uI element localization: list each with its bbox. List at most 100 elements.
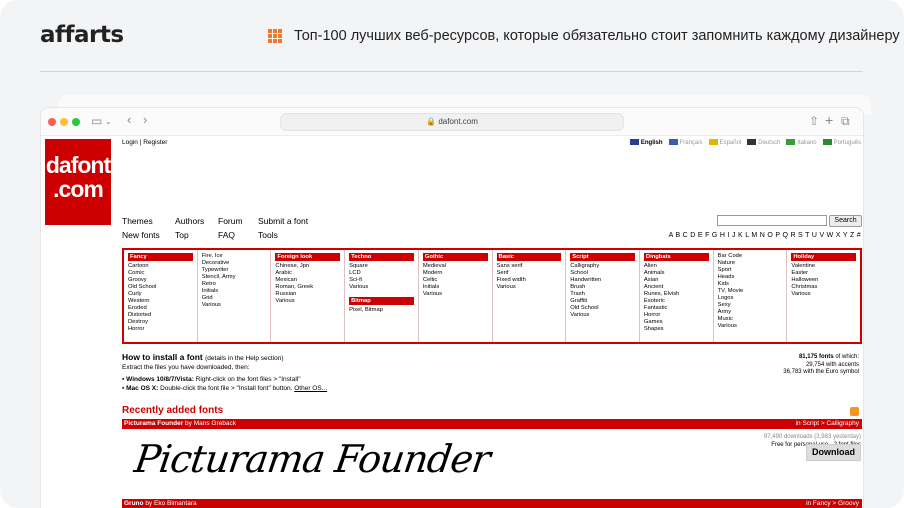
category-link[interactable]: School xyxy=(570,270,635,277)
rss-icon[interactable] xyxy=(850,407,859,416)
category-link[interactable]: Groovy xyxy=(128,277,193,284)
tabs-icon[interactable]: ⧉ xyxy=(841,114,850,129)
lang-italian[interactable]: Italiano xyxy=(786,139,817,146)
category-link[interactable]: Russian xyxy=(275,291,340,298)
alphabet-nav[interactable]: A B C D E F G H I J K L M N O P Q R S T … xyxy=(669,232,861,239)
category-link[interactable]: Celtic xyxy=(423,277,488,284)
category-link[interactable]: Various xyxy=(497,284,562,291)
category-link[interactable]: Pixel, Bitmap xyxy=(349,307,414,314)
search-input[interactable] xyxy=(717,215,827,226)
nav-faq[interactable]: FAQ xyxy=(218,230,258,240)
font-bar-picturama[interactable]: Picturama Founder by Mans Greback in Scr… xyxy=(122,419,862,429)
category-link[interactable]: Stencil, Army xyxy=(202,274,267,281)
category-link[interactable]: Christmas xyxy=(791,284,856,291)
category-link[interactable]: Bar Code xyxy=(718,253,783,260)
other-os-link[interactable]: Other OS... xyxy=(294,385,327,392)
category-link[interactable]: Sexy xyxy=(718,302,783,309)
category-link[interactable]: Asian xyxy=(644,277,709,284)
lang-german[interactable]: Deutsch xyxy=(747,139,780,146)
category-link[interactable]: Fantastic xyxy=(644,305,709,312)
font-bar-gruno[interactable]: Gruno by Eko Bimantara in Fancy > Groovy xyxy=(122,499,862,508)
lang-english[interactable]: English xyxy=(629,139,663,146)
category-link[interactable]: Fire, Ice xyxy=(202,253,267,260)
category-link[interactable]: Graffiti xyxy=(570,298,635,305)
category-link[interactable]: Destroy xyxy=(128,319,193,326)
category-link[interactable]: Modern xyxy=(423,270,488,277)
font-category[interactable]: in Script > Calligraphy xyxy=(796,419,859,429)
lang-portuguese[interactable]: Português xyxy=(822,139,861,146)
category-link[interactable]: Grid xyxy=(202,295,267,302)
category-link[interactable]: Roman, Greek xyxy=(275,284,340,291)
category-heading[interactable]: Fancy xyxy=(128,253,193,261)
nav-tools[interactable]: Tools xyxy=(258,230,318,240)
minimize-window-button[interactable] xyxy=(60,118,68,126)
category-link[interactable]: Handwritten xyxy=(570,277,635,284)
category-link[interactable]: Music xyxy=(718,316,783,323)
category-link[interactable]: Valentine xyxy=(791,263,856,270)
category-link[interactable]: Various xyxy=(202,302,267,309)
category-link[interactable]: Easter xyxy=(791,270,856,277)
lang-spanish[interactable]: Español xyxy=(708,139,741,146)
category-heading[interactable]: Dingbats xyxy=(643,253,709,261)
category-link[interactable]: Horror xyxy=(644,312,709,319)
category-link[interactable]: Various xyxy=(718,323,783,330)
category-link[interactable]: Various xyxy=(570,312,635,319)
category-link[interactable]: Medieval xyxy=(423,263,488,270)
category-link[interactable]: Various xyxy=(791,291,856,298)
category-link[interactable]: Nature xyxy=(718,260,783,267)
forward-icon[interactable]: › xyxy=(143,112,147,127)
nav-submit[interactable]: Submit a font xyxy=(258,216,318,226)
category-link[interactable]: Trash xyxy=(570,291,635,298)
category-link[interactable]: Comic xyxy=(128,270,193,277)
category-link[interactable]: Horror xyxy=(128,326,193,333)
category-link[interactable]: Games xyxy=(644,319,709,326)
category-link[interactable]: Kids xyxy=(718,281,783,288)
category-heading[interactable]: Foreign look xyxy=(275,253,341,261)
category-link[interactable]: LCD xyxy=(349,270,414,277)
category-heading[interactable]: Bitmap xyxy=(349,297,414,305)
download-button[interactable]: Download xyxy=(806,444,861,461)
category-link[interactable]: Sci-fi xyxy=(349,277,414,284)
category-heading[interactable]: Holiday xyxy=(791,253,857,261)
category-link[interactable]: Western xyxy=(128,298,193,305)
category-heading[interactable]: Basic xyxy=(496,253,562,261)
category-link[interactable]: Chinese, Jpn xyxy=(275,263,340,270)
sidebar-icon[interactable]: ▭ xyxy=(91,114,102,128)
category-link[interactable]: Cartoon xyxy=(128,263,193,270)
register-link[interactable]: Register xyxy=(143,139,167,146)
category-link[interactable]: Calligraphy xyxy=(570,263,635,270)
category-link[interactable]: Serif xyxy=(497,270,562,277)
category-link[interactable]: Logos xyxy=(718,295,783,302)
nav-themes[interactable]: Themes xyxy=(122,216,175,226)
category-heading[interactable]: Techno xyxy=(349,253,414,261)
category-heading[interactable]: Gothic xyxy=(422,253,488,261)
category-link[interactable]: Old School xyxy=(128,284,193,291)
lang-french[interactable]: Français xyxy=(668,139,703,146)
nav-authors[interactable]: Authors xyxy=(175,216,218,226)
category-link[interactable]: Runes, Elvish xyxy=(644,291,709,298)
close-window-button[interactable] xyxy=(48,118,56,126)
category-link[interactable]: Halloween xyxy=(791,277,856,284)
category-link[interactable]: Eroded xyxy=(128,305,193,312)
category-link[interactable]: Distorted xyxy=(128,312,193,319)
login-link[interactable]: Login xyxy=(122,139,138,146)
affarts-logo[interactable]: affarts xyxy=(40,22,124,48)
category-link[interactable]: Shapes xyxy=(644,326,709,333)
font-category[interactable]: in Fancy > Groovy xyxy=(806,499,859,508)
category-link[interactable]: Alien xyxy=(644,263,709,270)
category-link[interactable]: Decorative xyxy=(202,260,267,267)
category-link[interactable]: TV, Movie xyxy=(718,288,783,295)
dafont-logo[interactable]: dafont .com xyxy=(45,139,111,225)
maximize-window-button[interactable] xyxy=(72,118,80,126)
nav-top[interactable]: Top xyxy=(175,230,218,240)
category-link[interactable]: Animals xyxy=(644,270,709,277)
address-bar[interactable]: 🔒 dafont.com xyxy=(280,113,624,131)
category-link[interactable]: Various xyxy=(275,298,340,305)
category-link[interactable]: Ancient xyxy=(644,284,709,291)
plus-icon[interactable]: + xyxy=(825,112,833,128)
category-link[interactable]: Mexican xyxy=(275,277,340,284)
category-link[interactable]: Brush xyxy=(570,284,635,291)
category-link[interactable]: Square xyxy=(349,263,414,270)
category-link[interactable]: Army xyxy=(718,309,783,316)
nav-forum[interactable]: Forum xyxy=(218,216,258,226)
